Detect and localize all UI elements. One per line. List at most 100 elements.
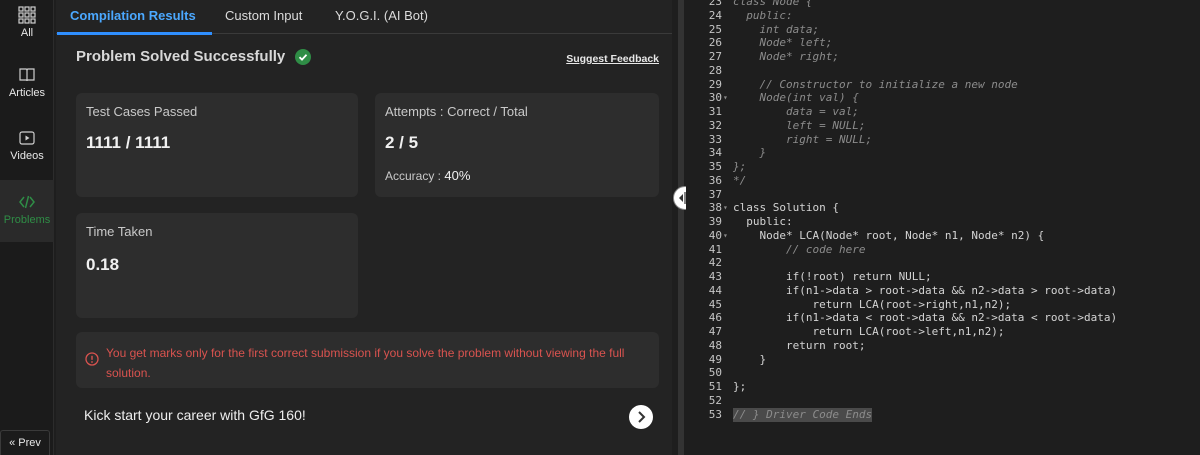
code-text: return LCA(root->left,n1,n2); [733,325,1005,338]
code-line[interactable]: 41 // code here [686,243,1200,257]
code-line[interactable]: 33 right = NULL; [686,133,1200,147]
line-number: 53 [708,407,722,421]
code-line[interactable]: 48 return root; [686,339,1200,353]
test-cases-value: 1111 / 1111 [86,133,171,152]
code-text: }; [733,160,747,173]
code-text: Node* LCA(Node* root, Node* n1, Node* n2… [733,228,1045,242]
line-number: 33 [708,132,722,146]
code-text: int data; [733,22,820,36]
alert-circle-icon [85,352,99,366]
line-number: 36 [708,173,722,187]
prev-label: Prev [18,437,41,449]
code-line[interactable]: 35}; [686,160,1200,174]
marks-notice: You get marks only for the first correct… [76,332,659,388]
code-text: return root; [733,338,866,352]
line-number: 39 [708,215,722,228]
tab-yogi-ai-bot[interactable]: Y.O.G.I. (AI Bot) [335,0,428,34]
code-line[interactable]: 40 ▾ Node* LCA(Node* root, Node* n1, Node… [686,229,1200,243]
line-number: 25 [708,22,722,36]
fold-arrow-icon[interactable]: ▾ [723,91,731,105]
nav-item-label: Articles [8,87,46,99]
line-number: 35 [708,160,722,173]
code-line[interactable]: 31 data = val; [686,105,1200,119]
nav-item-label: Problems [3,214,51,226]
code-line[interactable]: 28 [686,64,1200,78]
code-editor[interactable]: 23 class Node {24 public: 25 int data; 26 N… [686,0,1200,455]
chevron-right-icon [638,411,646,423]
code-text: left = NULL; [733,118,866,132]
code-line[interactable]: 26 Node* left; [686,36,1200,50]
code-text: // Constructor to initialize a new node [733,77,1018,91]
panel-splitter[interactable] [678,0,684,455]
code-line[interactable]: 49 } [686,353,1200,367]
code-line[interactable]: 36 */ [686,174,1200,188]
code-line[interactable]: 39 public: [686,215,1200,229]
fold-arrow-icon[interactable]: ▾ [723,201,731,215]
tab-compilation-results[interactable]: Compilation Results [57,0,212,35]
play-icon [19,131,35,145]
code-text: class Node { [733,0,813,8]
code-line[interactable]: 27 Node* right; [686,50,1200,64]
line-number: 44 [708,283,722,297]
time-taken-label: Time Taken [86,224,153,239]
code-text: Node(int val) { [733,91,859,105]
code-text: }; [733,380,747,393]
code-line[interactable]: 43 if(!root) return NULL; [686,270,1200,284]
line-number: 30 [708,91,722,105]
line-number: 42 [708,256,722,270]
grid-icon [18,6,36,24]
fold-arrow-icon[interactable]: ▾ [723,229,731,243]
code-line[interactable]: 42 [686,256,1200,270]
code-line[interactable]: 46 if(n1->data < root->data && n2->data … [686,311,1200,325]
line-number: 24 [708,8,722,22]
line-number: 51 [708,380,722,393]
code-text: public: [733,215,793,228]
code-line[interactable]: 32 left = NULL; [686,119,1200,133]
code-line[interactable]: 47 return LCA(root->left,n1,n2); [686,325,1200,339]
code-text: data = val; [733,105,859,118]
code-line[interactable]: 51}; [686,380,1200,394]
line-number: 27 [708,50,722,63]
tab-bar: Compilation Results Custom Input Y.O.G.I… [56,0,672,35]
code-line[interactable]: 29 // Constructor to initialize a new no… [686,78,1200,92]
nav-item-problems[interactable]: Problems [0,180,54,242]
code-line[interactable]: 44 if(n1->data > root->data && n2->data … [686,284,1200,298]
line-number: 26 [708,36,722,50]
nav-item-label: Videos [10,150,44,162]
nav-item-label: All [20,27,34,39]
code-line[interactable]: 25 int data; [686,23,1200,37]
prev-button[interactable]: « Prev [0,430,50,455]
attempts-label: Attempts : Correct / Total [385,104,528,119]
book-icon [19,68,35,82]
double-chevron-left-icon: « [9,437,16,449]
tab-custom-input[interactable]: Custom Input [225,0,302,34]
line-number: 37 [708,187,722,201]
code-text: right = NULL; [733,132,873,146]
nav-item-videos[interactable]: Videos [0,129,54,162]
code-line[interactable]: 34 } [686,146,1200,160]
line-number: 40 [708,228,722,242]
attempts-card: Attempts : Correct / Total 2 / 5 Accurac… [375,93,659,197]
suggest-feedback-link[interactable]: Suggest Feedback [566,53,659,65]
code-line[interactable]: 37 [686,188,1200,202]
code-line[interactable]: 24 public: [686,9,1200,23]
code-text: public: [733,8,793,22]
line-number: 31 [708,105,722,118]
code-line[interactable]: 38 ▾ class Solution { [686,201,1200,215]
code-line[interactable]: 53 // } Driver Code Ends [686,407,1200,422]
code-line[interactable]: 45 return LCA(root->right,n1,n2); [686,298,1200,312]
nav-item-all[interactable]: All [0,6,54,39]
line-number: 49 [708,352,722,366]
test-cases-label: Test Cases Passed [86,104,198,119]
code-line[interactable]: 52 [686,394,1200,408]
nav-item-articles[interactable]: Articles [0,66,54,99]
promo-next-button[interactable] [629,405,653,429]
code-line[interactable]: 23 class Node { [686,0,1200,9]
line-number: 34 [708,146,722,160]
code-line[interactable]: 30 ▾ Node(int val) { [686,91,1200,105]
code-line[interactable]: 50 [686,366,1200,380]
left-nav-rail: All Articles Videos Problems « Prev [0,0,54,455]
code-text: } [733,352,767,366]
accuracy-value: 40% [444,168,471,183]
line-number: 23 [708,0,722,8]
